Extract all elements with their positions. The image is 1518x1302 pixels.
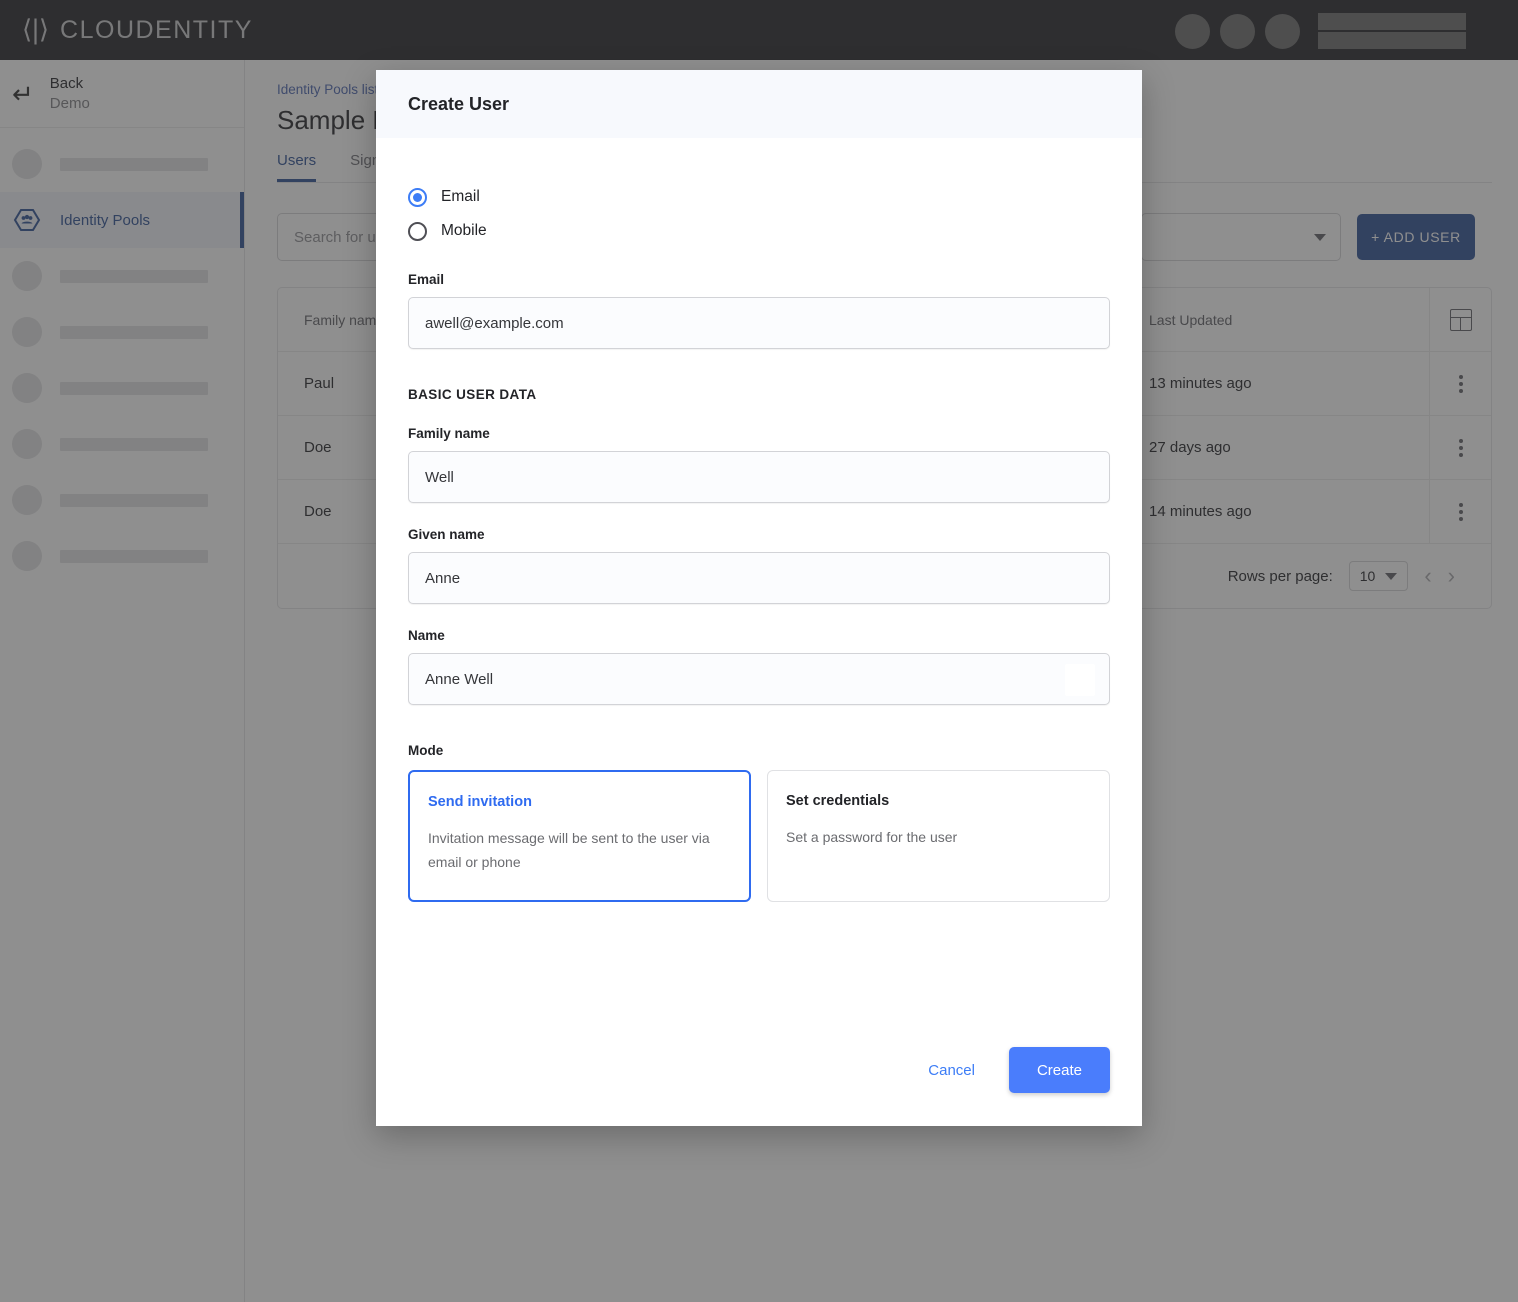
identifier-option-mobile-label: Mobile (441, 222, 487, 239)
create-user-dialog: Create User Email Mobile Email awell@exa… (376, 70, 1142, 1126)
mode-card-title: Set credentials (786, 793, 890, 809)
given-name-label: Given name (408, 527, 485, 542)
autofill-indicator-icon (1065, 664, 1095, 696)
mode-card-description: Set a password for the user (786, 829, 958, 845)
dialog-body: Email Mobile Email awell@example.com BAS… (376, 138, 1142, 1014)
identifier-option-email-label: Email (441, 188, 480, 205)
identifier-option-mobile[interactable]: Mobile (408, 214, 1110, 248)
family-name-label: Family name (408, 426, 490, 441)
given-name-input[interactable]: Anne (408, 552, 1110, 604)
screen-root: ⟨|⟩ CLOUDENTITY ↵ Back Demo (0, 0, 1518, 1302)
mode-card-set-credentials[interactable]: Set credentials Set a password for the u… (767, 770, 1110, 902)
name-input-value: Anne Well (425, 670, 494, 688)
name-label: Name (408, 628, 445, 643)
identifier-option-email[interactable]: Email (408, 180, 1110, 214)
dialog-title: Create User (408, 93, 510, 114)
dialog-footer: Cancel Create (376, 1014, 1142, 1126)
mode-label: Mode (408, 743, 444, 758)
radio-email-icon (408, 187, 427, 207)
cancel-button[interactable]: Cancel (906, 1050, 997, 1091)
mode-card-title: Send invitation (428, 794, 532, 810)
mode-card-description: Invitation message will be sent to the u… (428, 830, 710, 870)
mode-card-send-invitation[interactable]: Send invitation Invitation message will … (408, 770, 751, 902)
name-input[interactable]: Anne Well (408, 653, 1110, 705)
create-button[interactable]: Create (1008, 1047, 1110, 1093)
dialog-header: Create User (376, 70, 1142, 138)
email-field-label: Email (408, 272, 445, 287)
family-name-input[interactable]: Well (408, 451, 1110, 503)
mode-options: Send invitation Invitation message will … (408, 770, 1110, 902)
basic-user-data-section-header: BASIC USER DATA (408, 387, 537, 402)
radio-mobile-icon (408, 221, 427, 241)
email-input[interactable]: awell@example.com (408, 297, 1110, 349)
